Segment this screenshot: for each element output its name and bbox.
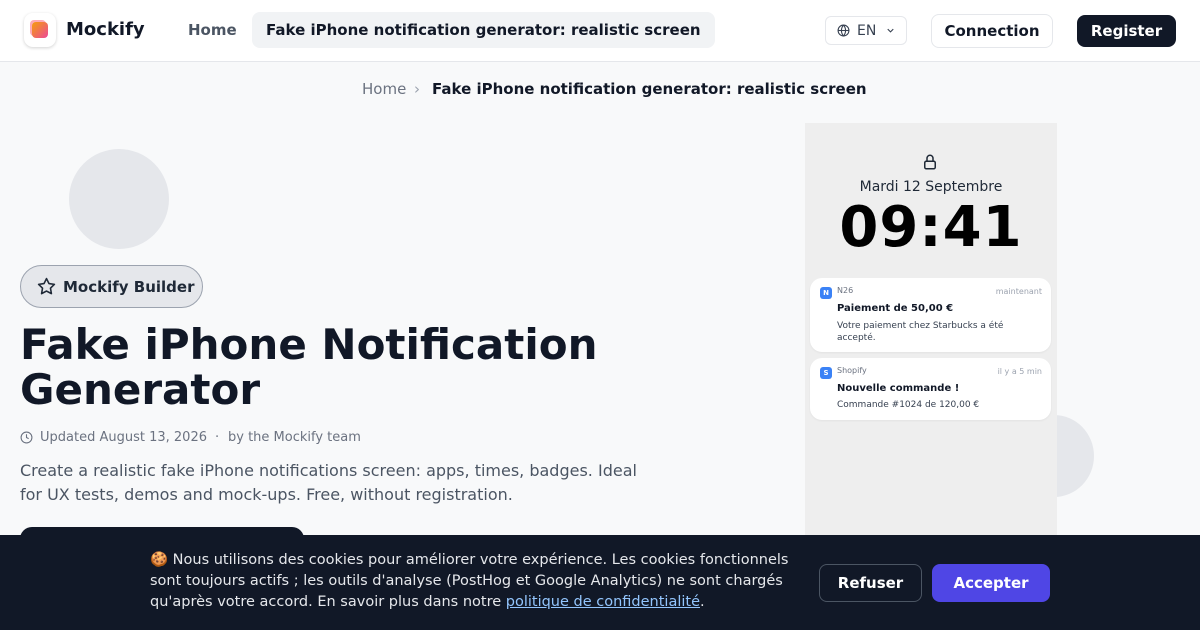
notification-time: maintenant [995, 287, 1042, 296]
page-title: Fake iPhone Notification Generator [20, 320, 598, 414]
notification-time: il y a 5 min [997, 367, 1042, 376]
notification-body: Votre paiement chez Starbucks a été acce… [837, 321, 1004, 343]
privacy-policy-link[interactable]: politique de confidentialité [506, 594, 700, 610]
cookie-banner: 🍪 Nous utilisons des cookies pour amélio… [0, 535, 1200, 630]
notification-card: N N26 maintenant Paiement de 50,00 € Vot… [810, 278, 1051, 352]
connection-button[interactable]: Connection [931, 14, 1053, 48]
n26-app-icon: N [820, 287, 832, 299]
breadcrumb-home-link[interactable]: Home [362, 80, 406, 98]
phone-lockscreen-preview: Mardi 12 Septembre 09:41 N N26 maintenan… [805, 123, 1057, 543]
register-button[interactable]: Register [1077, 15, 1176, 47]
meta-separator: · [215, 430, 220, 445]
lockscreen-date: Mardi 12 Septembre [859, 179, 1003, 195]
updated-date: Updated August 13, 2026 [40, 430, 207, 445]
breadcrumb-separator: › [414, 80, 420, 98]
accept-cookies-button[interactable]: Accepter [932, 564, 1050, 602]
nav-current-page-link[interactable]: Fake iPhone notification generator: real… [252, 12, 715, 48]
chevron-down-icon [887, 28, 894, 33]
page-description: Create a realistic fake iPhone notificat… [20, 461, 637, 504]
breadcrumb-current: Fake iPhone notification generator: real… [432, 80, 867, 98]
author: by the Mockify team [228, 430, 361, 445]
refuse-cookies-button[interactable]: Refuser [819, 564, 922, 602]
language-code: EN [857, 23, 877, 39]
brand-name[interactable]: Mockify [66, 19, 145, 40]
notification-title: Paiement de 50,00 € [837, 303, 954, 314]
globe-icon [837, 24, 850, 37]
shopify-app-icon: S [820, 367, 832, 379]
nav-home-link[interactable]: Home [188, 21, 237, 39]
language-selector[interactable]: EN [825, 16, 907, 45]
star-icon [37, 277, 56, 295]
builder-badge: Mockify Builder [20, 265, 203, 308]
notification-app-name: Shopify [837, 366, 867, 375]
notification-app-name: N26 [837, 286, 854, 295]
notification-card: S Shopify il y a 5 min Nouvelle commande… [810, 358, 1051, 420]
decorative-circle [69, 149, 169, 249]
builder-badge-label: Mockify Builder [63, 278, 195, 296]
logo-shape [32, 22, 48, 38]
cookie-text-end: . [700, 594, 705, 610]
clock-icon [20, 431, 33, 444]
notification-title: Nouvelle commande ! [837, 383, 960, 394]
notification-body: Commande #1024 de 120,00 € [837, 400, 980, 410]
site-header: Mockify Home Fake iPhone notification ge… [0, 0, 1200, 62]
mockify-logo-icon[interactable] [24, 13, 56, 47]
cookie-message: 🍪 Nous utilisons des cookies pour amélio… [150, 550, 810, 613]
lock-icon [924, 154, 936, 170]
lockscreen-time: 09:41 [839, 195, 1023, 260]
